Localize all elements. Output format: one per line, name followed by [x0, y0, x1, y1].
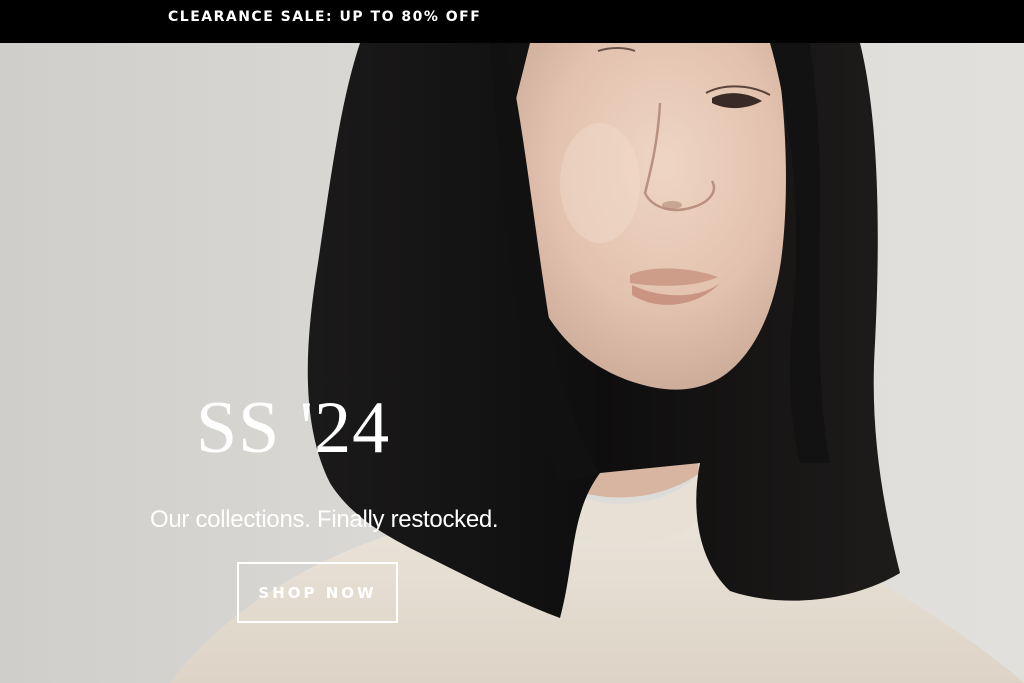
hero-title: SS '24 [196, 387, 391, 469]
shop-now-button[interactable]: SHOP NOW [237, 562, 398, 623]
hero-subtitle: Our collections. Finally restocked. [150, 506, 499, 533]
hero-banner: SS '24 Our collections. Finally restocke… [0, 43, 1024, 683]
announcement-bar: CLEARANCE SALE: UP TO 80% OFF [0, 0, 1024, 43]
hero-image [0, 43, 1024, 683]
announcement-text: CLEARANCE SALE: UP TO 80% OFF [168, 9, 482, 25]
